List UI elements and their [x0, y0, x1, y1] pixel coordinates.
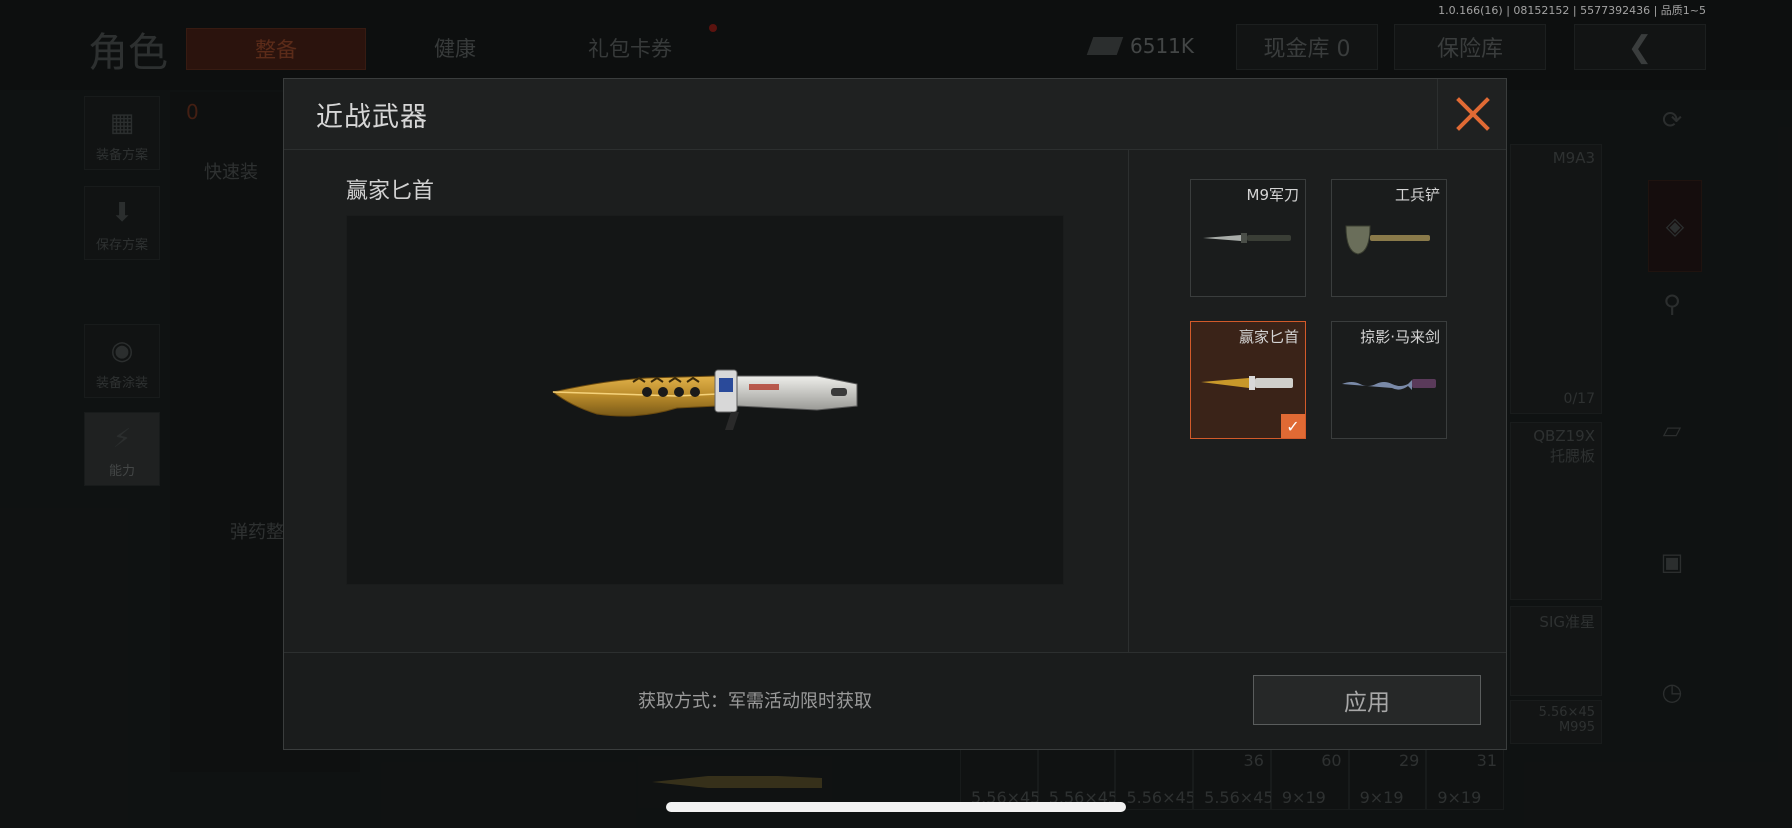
close-icon [1455, 97, 1490, 131]
weapon-card-m9-label: M9军刀 [1246, 186, 1300, 204]
weapon-card-m9[interactable]: M9军刀 [1190, 179, 1306, 297]
check-icon: ✓ [1281, 414, 1305, 438]
weapon-card-shovel-label: 工兵铲 [1394, 186, 1440, 204]
acquire-method-text: 获取方式：军需活动限时获取 [638, 691, 872, 712]
melee-weapon-dialog: 近战武器 赢家匕首 M9军刀 工兵铲 赢家匕首 ✓ 掠影·马来剑 获取方式：军需… [283, 78, 1507, 750]
weapon-card-winner-dagger[interactable]: 赢家匕首 ✓ [1190, 321, 1306, 439]
apply-button[interactable]: 应用 [1253, 675, 1481, 725]
shovel-icon [1345, 225, 1430, 255]
home-indicator[interactable] [666, 802, 1126, 812]
weapon-card-shovel[interactable]: 工兵铲 [1331, 179, 1447, 297]
winner-dagger-render-icon [551, 369, 858, 430]
weapon-card-winner-dagger-label: 赢家匕首 [1238, 328, 1299, 346]
bayonet-icon [1203, 233, 1291, 243]
vertical-divider [1128, 150, 1129, 652]
dialog-header [284, 79, 1506, 150]
weapon-card-malay-sword[interactable]: 掠影·马来剑 [1331, 321, 1447, 439]
selected-item-name: 赢家匕首 [346, 179, 435, 204]
dialog-title: 近战武器 [316, 102, 428, 133]
kris-sword-icon [1342, 379, 1436, 390]
weapon-card-malay-sword-label: 掠影·马来剑 [1360, 328, 1440, 346]
weapon-preview[interactable] [346, 215, 1064, 585]
dagger-icon [1201, 376, 1293, 390]
close-button[interactable] [1437, 79, 1507, 149]
